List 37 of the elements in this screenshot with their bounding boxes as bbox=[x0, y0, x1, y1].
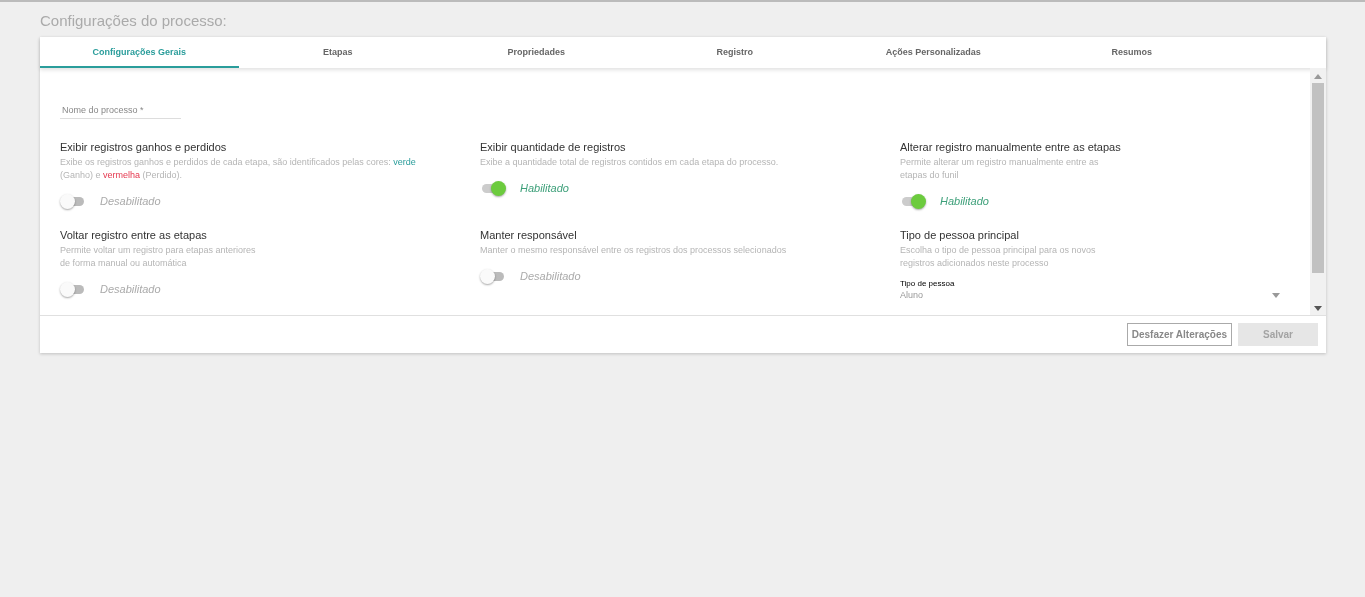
scrollbar[interactable] bbox=[1310, 68, 1326, 315]
tab[interactable]: Propriedades bbox=[437, 37, 636, 68]
tab[interactable]: Registro bbox=[635, 37, 834, 68]
toggle-status: Desabilitado bbox=[100, 195, 161, 207]
toggle-status: Desabilitado bbox=[100, 283, 161, 295]
setting-title: Manter responsável bbox=[480, 229, 578, 241]
toggle-switch[interactable] bbox=[482, 271, 504, 281]
tab[interactable]: Configurações Gerais bbox=[40, 37, 239, 68]
toggle-status: Habilitado bbox=[940, 195, 989, 207]
setting-description: Escolha o tipo de pessoa principal para os novos registros adicionados neste processo bbox=[900, 244, 1097, 270]
dropdown-caret-icon bbox=[1272, 292, 1280, 298]
setting-title: Voltar registro entre as etapas bbox=[60, 229, 208, 241]
setting-title: Tipo de pessoa principal bbox=[900, 229, 1020, 241]
scroll-down-icon[interactable] bbox=[1314, 306, 1322, 311]
toggle-status: Habilitado bbox=[520, 182, 569, 194]
tab[interactable]: Resumos bbox=[1032, 37, 1231, 68]
scrollbar-thumb[interactable] bbox=[1312, 83, 1324, 273]
toggle-switch[interactable] bbox=[482, 183, 504, 193]
undo-changes-button[interactable]: Desfazer Alterações bbox=[1126, 323, 1232, 346]
scroll-up-icon[interactable] bbox=[1314, 74, 1322, 79]
tab[interactable]: Ações Personalizadas bbox=[834, 37, 1033, 68]
toggle-status: Desabilitado bbox=[520, 270, 581, 282]
setting-title: Exibir registros ganhos e perdidos bbox=[60, 141, 228, 153]
setting-description: Permite alterar um registro manualmente entre as etapas do funil bbox=[900, 156, 1100, 182]
field-label: Tipo de pessoa bbox=[900, 279, 956, 288]
setting-description: Manter o mesmo responsável entre os registros dos processos selecionados bbox=[480, 244, 788, 257]
setting-title: Exibir quantidade de registros bbox=[480, 141, 627, 153]
setting-description: Exibe a quantidade total de registros contidos em cada etapa do processo. bbox=[480, 156, 780, 169]
setting-description: Exibe os registros ganhos e perdidos de cada etapa, são identificados pelas cores: verde (Ganho) e vermelha (Perdido). bbox=[60, 156, 417, 182]
setting-description: Permite voltar um registro para etapas anteriores de forma manual ou automática bbox=[60, 244, 257, 270]
page-title: Configurações do processo: bbox=[40, 12, 228, 29]
toggle-switch[interactable] bbox=[62, 284, 84, 294]
setting-title: Alterar registro manualmente entre as etapas bbox=[900, 141, 1122, 153]
toggle-switch[interactable] bbox=[62, 196, 84, 206]
person-type-select[interactable]: Aluno bbox=[900, 290, 1290, 300]
toggle-switch[interactable] bbox=[902, 196, 924, 206]
tab[interactable]: Etapas bbox=[238, 37, 437, 68]
